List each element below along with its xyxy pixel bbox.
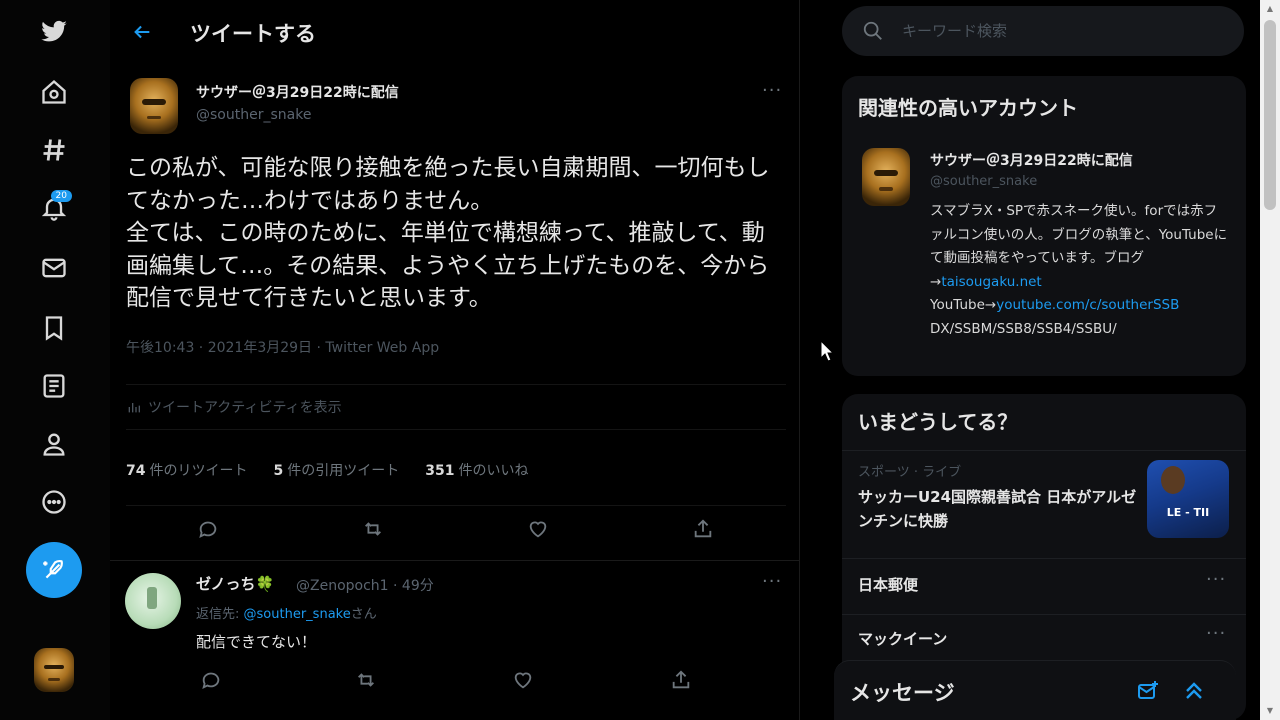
reply-to-handle[interactable]: @souther_snake — [244, 607, 351, 622]
home-icon[interactable] — [32, 70, 76, 114]
mouse-cursor-icon — [820, 340, 834, 362]
bookmark-icon[interactable] — [32, 306, 76, 350]
trend-item[interactable]: マックイーン ··· — [842, 614, 1246, 666]
reply-to-line: 返信先: @souther_snakeさん — [196, 607, 377, 622]
related-accounts-panel: 関連性の高いアカウント サウザー＠3月29日22時に配信 @souther_sn… — [842, 76, 1246, 376]
related-title: 関連性の高いアカウント — [858, 96, 1078, 120]
activity-label: ツイートアクティビティを表示 — [148, 400, 342, 416]
left-nav: 20 — [0, 0, 110, 720]
trend-name: サッカーU24国際親善試合 日本がアルゼンチンに快勝 — [858, 488, 1137, 530]
tweet-more-icon[interactable]: ··· — [762, 80, 782, 101]
more-circle-icon[interactable] — [32, 480, 76, 524]
tweet-stats: 74 件のリツイート 5 件の引用ツイート 351 件のいいね — [126, 448, 786, 492]
related-handle[interactable]: @souther_snake — [930, 174, 1037, 189]
reply-icon[interactable] — [193, 514, 223, 544]
scroll-up-arrow-icon[interactable]: ▲ — [1264, 4, 1276, 14]
related-bio: スマブラX・SPで赤スネーク使い。forでは赤ファルコン使いの人。ブログの執筆と… — [930, 203, 1228, 337]
quote-count[interactable]: 5 件の引用ツイート — [273, 460, 399, 480]
tweet-author-avatar[interactable] — [130, 78, 178, 134]
right-sidebar: 関連性の高いアカウント サウザー＠3月29日22時に配信 @souther_sn… — [800, 0, 1260, 720]
tweet-author-name[interactable]: サウザー＠3月29日22時に配信 — [196, 82, 399, 102]
like-count[interactable]: 351 件のいいね — [425, 460, 528, 480]
tweet-author-handle[interactable]: @souther_snake — [196, 107, 311, 123]
page-header: ツイートする — [110, 0, 800, 64]
twitter-logo-icon[interactable] — [32, 10, 76, 54]
notification-badge: 20 — [50, 190, 72, 202]
reply-more-icon[interactable]: ··· — [762, 571, 782, 592]
reply-icon[interactable] — [196, 665, 226, 695]
bell-icon[interactable]: 20 — [32, 186, 76, 230]
trend-thumbnail[interactable] — [1147, 460, 1229, 538]
search-input[interactable] — [902, 16, 1222, 46]
search-icon — [863, 21, 882, 40]
tweet-activity-link[interactable]: ツイートアクティビティを表示 — [126, 384, 786, 430]
feather-plus-icon — [43, 559, 63, 579]
retweet-count[interactable]: 74 件のリツイート — [126, 460, 247, 480]
trend-name: マックイーン — [858, 630, 948, 648]
account-avatar[interactable] — [34, 648, 74, 692]
messages-title: メッセージ — [850, 681, 955, 705]
youtube-link[interactable]: youtube.com/c/southerSSB — [996, 297, 1179, 313]
reply-tweet[interactable]: ゼノっち🍀 @Zenopoch1 · 49分 ··· 返信先: @souther… — [110, 560, 800, 720]
chevron-up-icon[interactable] — [1180, 677, 1208, 705]
reply-author-name[interactable]: ゼノっち🍀 — [196, 573, 274, 594]
page-scrollbar[interactable]: ▲ ▼ — [1260, 0, 1280, 720]
chart-icon — [128, 403, 140, 413]
scrollbar-thumb[interactable] — [1264, 20, 1276, 210]
trends-title: いまどうしてる？ — [858, 410, 1018, 434]
share-icon[interactable] — [666, 665, 696, 695]
tweet-meta: 午後10:43 · 2021年3月29日 · Twitter Web App — [126, 340, 440, 356]
reply-author-handle[interactable]: @Zenopoch1 · 49分 — [296, 575, 434, 595]
trend-name: 日本郵便 — [858, 576, 919, 594]
tweet-actions — [126, 505, 786, 551]
scroll-down-arrow-icon[interactable]: ▼ — [1264, 706, 1276, 716]
main-column: ツイートする サウザー＠3月29日22時に配信 @souther_snake ·… — [110, 0, 800, 720]
like-icon[interactable] — [508, 665, 538, 695]
related-name[interactable]: サウザー＠3月29日22時に配信 — [930, 150, 1133, 170]
mail-icon[interactable] — [32, 246, 76, 290]
blog-link[interactable]: taisougaku.net — [941, 274, 1041, 290]
compose-tweet-button[interactable] — [26, 542, 82, 598]
retweet-icon[interactable] — [351, 665, 381, 695]
reply-text: 配信できてない！ — [196, 633, 317, 651]
reply-actions — [196, 665, 716, 695]
share-icon[interactable] — [688, 514, 718, 544]
trend-more-icon[interactable]: ··· — [1206, 569, 1226, 590]
profile-icon[interactable] — [32, 422, 76, 466]
trend-item[interactable]: 日本郵便 ··· — [842, 558, 1246, 610]
back-arrow-icon[interactable] — [128, 18, 156, 46]
retweet-icon[interactable] — [358, 514, 388, 544]
reply-author-avatar[interactable] — [125, 573, 181, 629]
trend-more-icon[interactable]: ··· — [1206, 623, 1226, 644]
tweet-text: この私が、可能な限り接触を絶った長い自粛期間、一切何もしてなかった…わけではあり… — [126, 155, 770, 311]
trend-category: スポーツ · ライブ — [858, 465, 962, 480]
messages-drawer[interactable]: メッセージ — [834, 660, 1236, 720]
like-icon[interactable] — [523, 514, 553, 544]
page-title: ツイートする — [190, 22, 316, 46]
new-message-icon[interactable] — [1134, 677, 1162, 705]
list-icon[interactable] — [32, 364, 76, 408]
related-avatar[interactable] — [862, 148, 910, 206]
search-box[interactable] — [842, 6, 1244, 56]
hashtag-icon[interactable] — [32, 128, 76, 172]
